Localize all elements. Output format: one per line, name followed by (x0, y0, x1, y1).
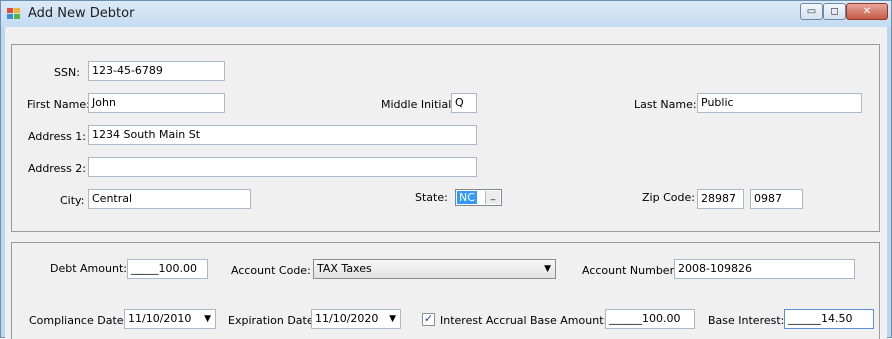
compliance-date-picker[interactable]: 11/10/2010 ▼ (124, 309, 216, 329)
title-bar[interactable]: Add New Debtor ▭ ◻ ✕ (1, 1, 891, 27)
base-interest-label: Base Interest: (708, 314, 785, 327)
interest-accrual-label[interactable]: Interest Accrual (440, 314, 527, 327)
state-value: NC (457, 191, 477, 204)
account-number-label: Account Number: (582, 264, 678, 277)
spin-icon[interactable]: _ (485, 191, 500, 204)
interest-accrual-checkbox[interactable]: ✓ (422, 312, 435, 326)
close-button[interactable]: ✕ (846, 3, 888, 20)
address2-input[interactable] (88, 157, 477, 177)
minimize-icon: ▭ (806, 6, 817, 17)
ssn-label: SSN: (54, 66, 80, 79)
account-code-label: Account Code: (231, 264, 311, 277)
maximize-icon: ◻ (830, 6, 839, 17)
compliance-date-label: Compliance Date: (29, 314, 128, 327)
ssn-input[interactable]: 123-45-6789 (88, 61, 225, 81)
zip-extension-input[interactable]: 0987 (750, 189, 803, 209)
zip-code-label: Zip Code: (642, 191, 695, 204)
zip-code-input[interactable]: 28987 (697, 189, 744, 209)
close-icon: ✕ (862, 6, 872, 17)
base-amount-input[interactable]: ______100.00 (605, 309, 695, 329)
checkmark-icon: ✓ (424, 312, 434, 325)
address1-input[interactable]: 1234 South Main St (88, 125, 477, 145)
chevron-down-icon: ▼ (544, 264, 551, 274)
chevron-down-icon: ▼ (204, 314, 211, 324)
expiration-date-picker[interactable]: 11/10/2020 ▼ (311, 309, 401, 329)
debtor-info-group: SSN: 123-45-6789 First Name: John Middle… (11, 44, 880, 232)
debt-amount-label: Debt Amount: (50, 262, 127, 275)
app-icon (7, 8, 21, 20)
account-code-select[interactable]: TAX Taxes ▼ (313, 259, 556, 279)
first-name-label: First Name: (27, 98, 90, 111)
expiration-date-label: Expiration Date: (228, 314, 318, 327)
state-select[interactable]: NC _ (455, 189, 502, 206)
minimize-button[interactable]: ▭ (800, 3, 823, 20)
account-code-value: TAX Taxes (317, 262, 372, 275)
address1-label: Address 1: (28, 130, 87, 143)
expiration-date-value: 11/10/2020 (315, 312, 379, 325)
window-title: Add New Debtor (28, 6, 135, 21)
account-number-input[interactable]: 2008-109826 (674, 259, 855, 279)
last-name-input[interactable]: Public (697, 93, 862, 113)
chevron-down-icon: ▼ (389, 314, 396, 324)
first-name-input[interactable]: John (88, 93, 225, 113)
maximize-button[interactable]: ◻ (823, 3, 846, 20)
compliance-date-value: 11/10/2010 (128, 312, 192, 325)
address2-label: Address 2: (28, 162, 87, 175)
middle-initial-input[interactable]: Q (451, 93, 477, 113)
debt-info-group: Debt Amount: _____100.00 Account Code: T… (11, 242, 880, 339)
debt-amount-input[interactable]: _____100.00 (127, 259, 208, 279)
base-interest-input[interactable]: ______14.50 (784, 309, 874, 329)
last-name-label: Last Name: (634, 98, 697, 111)
city-label: City: (60, 194, 85, 207)
middle-initial-label: Middle Initial: (381, 98, 455, 111)
state-label: State: (415, 191, 448, 204)
form-client-area: SSN: 123-45-6789 First Name: John Middle… (5, 27, 887, 339)
add-new-debtor-window: Add New Debtor ▭ ◻ ✕ SSN: 123-45-6789 Fi… (0, 0, 892, 339)
city-input[interactable]: Central (88, 189, 251, 209)
base-amount-label: Base Amount: (530, 314, 608, 327)
